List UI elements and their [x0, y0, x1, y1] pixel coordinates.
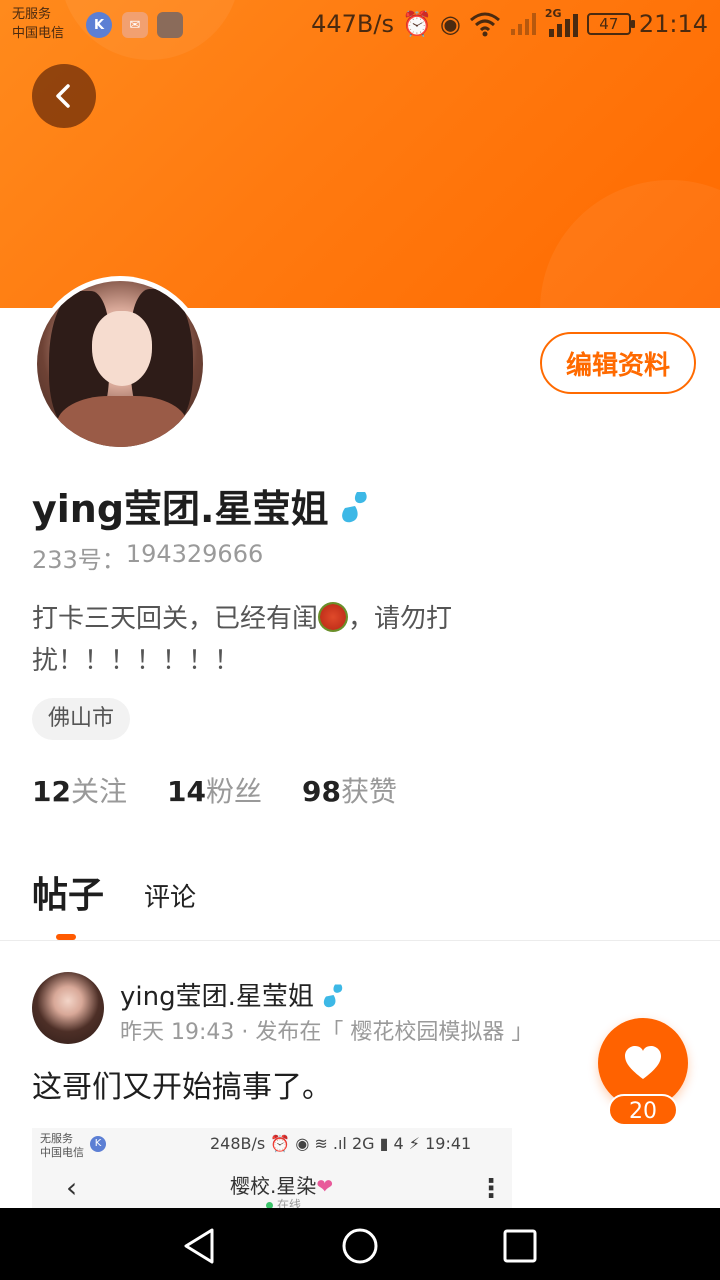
- embed-carrier-name: 中国电信: [40, 1146, 84, 1159]
- user-id: 233号： 194329666: [32, 540, 263, 575]
- edit-profile-button[interactable]: 编辑资料: [540, 332, 696, 394]
- stat-label: 获赞: [340, 775, 397, 808]
- nickname: ying莹团.星莹姐: [32, 487, 329, 531]
- avatar-art: [57, 396, 187, 447]
- stat-label: 关注: [70, 775, 127, 808]
- stat-following[interactable]: 12 关注: [32, 770, 127, 810]
- post-meta: 昨天 19:43 · 发布在「 樱花校园模拟器 」: [120, 1020, 534, 1045]
- location-tag: 佛山市: [32, 698, 131, 740]
- stat-likes: 98 获赞: [302, 770, 397, 810]
- mobile-signal: 2G: [545, 7, 579, 39]
- stat-followers[interactable]: 14 粉丝: [167, 770, 262, 810]
- nav-home-icon[interactable]: [340, 1226, 380, 1266]
- carrier-name: 中国电信: [12, 26, 65, 41]
- heart-icon: [625, 1046, 661, 1079]
- carrier-status: 无服务: [12, 7, 52, 22]
- k-app-icon: K: [86, 12, 112, 38]
- water-drop-badge-icon: [323, 984, 343, 1007]
- water-drop-badge-icon: [341, 491, 367, 522]
- k-app-icon: K: [90, 1136, 106, 1152]
- rose-emoji-icon: [318, 602, 349, 632]
- profile-avatar[interactable]: [32, 276, 208, 452]
- stat-label: 粉丝: [205, 775, 262, 808]
- stat-number: 12: [32, 775, 71, 808]
- nav-recents-icon[interactable]: [500, 1226, 540, 1266]
- battery-icon: 47: [586, 13, 635, 35]
- eye-icon: ◉: [439, 10, 461, 38]
- clock: 21:14: [638, 10, 708, 38]
- embed-title-text: 樱校.星染: [230, 1174, 317, 1198]
- avatar-art: [92, 311, 152, 386]
- mail-icon: ✉: [122, 12, 148, 38]
- embed-carrier: 无服务 中国电信: [40, 1132, 84, 1160]
- bio-text: 打卡三天回关，已经有闺: [32, 604, 319, 634]
- nav-back-icon[interactable]: [180, 1226, 220, 1266]
- stat-number: 98: [301, 775, 341, 808]
- nickname-row: ying莹团.星莹姐: [32, 478, 371, 533]
- chevron-left-icon: ‹: [66, 1171, 78, 1204]
- status-bar: 无服务 中国电信 K ✉ 447B/s ⏰ ◉ 2G 47 21:14: [0, 0, 720, 48]
- content-tabs: 帖子 评论: [32, 866, 196, 918]
- uid-value: 194329666: [125, 540, 264, 568]
- embed-status-bar: 248B/s ⏰ ◉ ≋ .ıl 2G ▮ 4 ⚡ 19:41: [210, 1134, 472, 1153]
- avatar-image: [37, 281, 203, 447]
- net-speed: 447B/s: [311, 10, 394, 38]
- back-button[interactable]: [32, 64, 96, 128]
- tab-posts[interactable]: 帖子: [32, 866, 104, 918]
- post-image[interactable]: 无服务 中国电信 K 248B/s ⏰ ◉ ≋ .ıl 2G ▮ 4 ⚡ 19:…: [32, 1128, 512, 1208]
- bio: 打卡三天回关，已经有闺 ，请勿打扰！！！！！！！: [32, 598, 512, 682]
- embed-online-status: 在线: [266, 1196, 301, 1208]
- stat-number: 14: [166, 775, 206, 808]
- alarm-icon: ⏰: [401, 10, 432, 38]
- photo-notification-icon: [157, 12, 183, 38]
- signal-bars-icon: [548, 14, 578, 37]
- wifi-icon: [469, 12, 500, 37]
- like-count: 20: [608, 1094, 678, 1126]
- post-author-name[interactable]: ying莹团.星莹姐: [120, 976, 314, 1013]
- status-right: 447B/s ⏰ ◉ 2G 47 21:14: [311, 7, 708, 40]
- carrier-info: 无服务 中国电信: [12, 5, 64, 43]
- post-author-row: ying莹团.星莹姐: [120, 976, 346, 1013]
- divider: [0, 940, 720, 941]
- post-text[interactable]: 这哥们又开始搞事了。: [32, 1062, 332, 1106]
- stats-row: 12 关注 14 粉丝 98 获赞: [32, 770, 397, 810]
- embed-carrier-status: 无服务: [40, 1132, 73, 1145]
- system-nav-bar: [0, 1208, 720, 1280]
- chevron-left-icon: [56, 84, 70, 108]
- embed-chat-title: 樱校.星染❤: [230, 1170, 333, 1199]
- cover-decoration: [540, 180, 720, 308]
- heart-icon: ❤: [316, 1174, 334, 1198]
- post-author-avatar[interactable]: [32, 972, 104, 1044]
- signal-icon: [510, 13, 536, 35]
- more-icon: ⋮: [478, 1174, 504, 1204]
- tab-comments[interactable]: 评论: [144, 877, 196, 918]
- uid-label: 233号：: [32, 546, 126, 574]
